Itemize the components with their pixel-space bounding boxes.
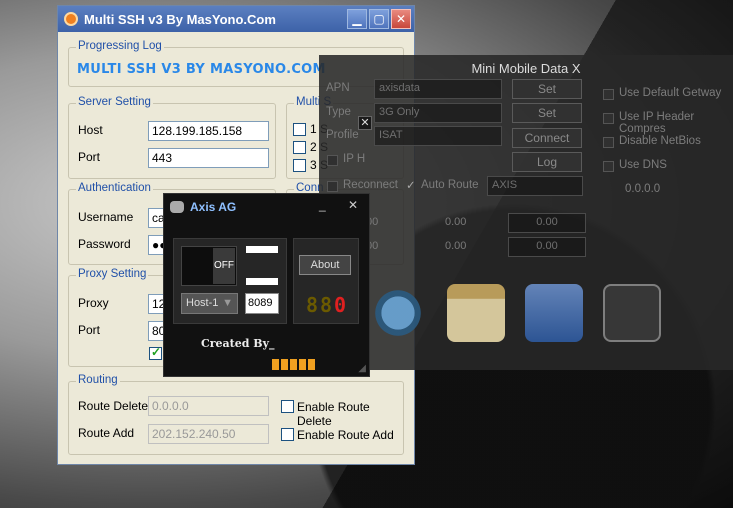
about-button[interactable]: About	[299, 255, 351, 275]
dock	[369, 280, 661, 346]
auto-route-label: Auto Route	[421, 179, 479, 191]
route-delete-label: Route Delete	[78, 399, 149, 413]
default-gateway-label: Use Default Getway	[619, 87, 722, 99]
stat-value: 0.00	[445, 240, 467, 252]
route-add-label: Route Add	[78, 426, 135, 440]
enable-route-add-checkbox[interactable]	[281, 428, 294, 441]
stat-value: 0.00	[508, 237, 586, 257]
proxy-label: Proxy	[78, 296, 109, 310]
progress-block	[290, 359, 297, 370]
power-toggle[interactable]: OFF	[181, 246, 237, 286]
counter-digit: 8	[320, 293, 333, 317]
stat-value: 0.00	[445, 216, 467, 228]
multi-2-checkbox[interactable]	[293, 141, 306, 154]
type-select[interactable]: 3G Only	[374, 103, 502, 123]
group-title: Server Setting	[76, 96, 153, 108]
terminal-icon[interactable]	[603, 284, 661, 342]
globe-icon[interactable]	[369, 284, 427, 342]
profile-select[interactable]: ISAT	[374, 126, 502, 146]
enable-route-delete-checkbox[interactable]	[281, 400, 294, 413]
mmdx-close-icon[interactable]: ✕	[358, 116, 372, 130]
host-select[interactable]: Host-1 ▼	[181, 293, 238, 314]
toggle-knob[interactable]: OFF	[213, 248, 235, 284]
host-input[interactable]: 128.199.185.158	[148, 121, 269, 141]
reconnect-checkbox[interactable]	[327, 181, 338, 192]
group-title: Progressing Log	[76, 40, 164, 52]
chevron-down-icon: ▼	[222, 297, 233, 309]
axis-minimize-button[interactable]: _	[319, 198, 326, 212]
log-button[interactable]: Log	[512, 152, 582, 172]
status-bar-bottom	[246, 278, 278, 285]
apn-label: APN	[326, 82, 350, 94]
password-label: Password	[78, 237, 131, 251]
minimize-button[interactable]: ▁	[347, 9, 367, 29]
owl-icon	[170, 200, 184, 213]
use-proxy-checkbox[interactable]	[149, 345, 162, 360]
proxy-port-label: Port	[78, 323, 101, 337]
set-type-button[interactable]: Set	[512, 103, 582, 123]
iph-checkbox[interactable]	[327, 155, 338, 166]
set-apn-button[interactable]: Set	[512, 79, 582, 99]
progress-block	[308, 359, 315, 370]
notes-icon[interactable]	[447, 284, 505, 342]
created-by-label: Created By_	[201, 337, 275, 350]
group-title: Routing	[76, 374, 120, 386]
profile-label: Profile	[326, 129, 359, 141]
window-title: Multi SSH v3 By MasYono.Com	[84, 11, 276, 27]
auto-route-check-icon[interactable]: ✓	[406, 178, 416, 192]
log-text: MULTI SSH V3 BY MASYONO.COM	[77, 62, 326, 77]
enable-route-delete-label: Enable Route Delete	[297, 400, 370, 428]
host-select-value: Host-1	[186, 297, 219, 309]
multi-3-checkbox[interactable]	[293, 159, 306, 172]
routing-group: Routing Route Delete 0.0.0.0 Enable Rout…	[68, 374, 404, 455]
progress-block	[281, 359, 288, 370]
mini-mobile-data-window: Mini Mobile Data X APN axisdata Type 3G …	[319, 55, 733, 370]
group-title: Authentication	[76, 182, 153, 194]
close-button[interactable]: ✕	[391, 9, 411, 29]
group-title: Proxy Setting	[76, 268, 149, 280]
dns-label: Use DNS	[619, 159, 667, 171]
username-label: Username	[78, 210, 134, 224]
mmdx-title: Mini Mobile Data X	[471, 61, 581, 76]
counter-digit: 8	[306, 293, 319, 317]
multi-1-checkbox[interactable]	[293, 123, 306, 136]
enable-route-add-label: Enable Route Add	[297, 428, 394, 442]
app-icon	[64, 12, 78, 26]
netbios-label: Disable NetBios	[619, 135, 701, 147]
axis-close-button[interactable]: ✕	[348, 198, 358, 212]
netbios-checkbox[interactable]	[603, 137, 614, 148]
progress-block	[272, 359, 279, 370]
stat-value: 0.00	[508, 213, 586, 233]
route-delete-input[interactable]: 0.0.0.0	[148, 396, 269, 416]
ip-header-checkbox[interactable]	[603, 113, 614, 124]
progress-indicator	[272, 359, 315, 370]
status-bar-top	[246, 246, 278, 253]
ip-header-label: Use IP Header Compres	[619, 111, 695, 135]
server-setting-group: Server Setting Host 128.199.185.158 Port…	[68, 96, 276, 179]
reconnect-label: Reconnect	[343, 179, 398, 191]
iph-label: IP H	[343, 153, 366, 165]
port-input[interactable]: 443	[148, 148, 269, 168]
default-gateway-checkbox[interactable]	[603, 89, 614, 100]
type-label: Type	[326, 106, 351, 118]
axis-titlebar[interactable]: Axis AG	[164, 194, 369, 219]
mail-icon[interactable]	[525, 284, 583, 342]
route-add-input[interactable]: 202.152.240.50	[148, 424, 269, 444]
host-label: Host	[78, 123, 103, 137]
carrier-select[interactable]: AXIS	[487, 176, 583, 196]
axis-ag-window: Axis AG _ ✕ OFF Host-1 ▼ 8089 About 8 8 …	[163, 193, 370, 377]
progress-block	[299, 359, 306, 370]
dns-checkbox[interactable]	[603, 161, 614, 172]
counter-digit: 0	[334, 293, 347, 317]
resize-grip-icon[interactable]: ◢	[358, 363, 366, 374]
axis-title: Axis AG	[190, 199, 237, 214]
port-input[interactable]: 8089	[245, 293, 279, 314]
connect-button[interactable]: Connect	[512, 128, 582, 148]
dns-value: 0.0.0.0	[625, 183, 661, 195]
maximize-button[interactable]: ▢	[369, 9, 389, 29]
apn-input[interactable]: axisdata	[374, 79, 502, 99]
port-label: Port	[78, 150, 101, 164]
